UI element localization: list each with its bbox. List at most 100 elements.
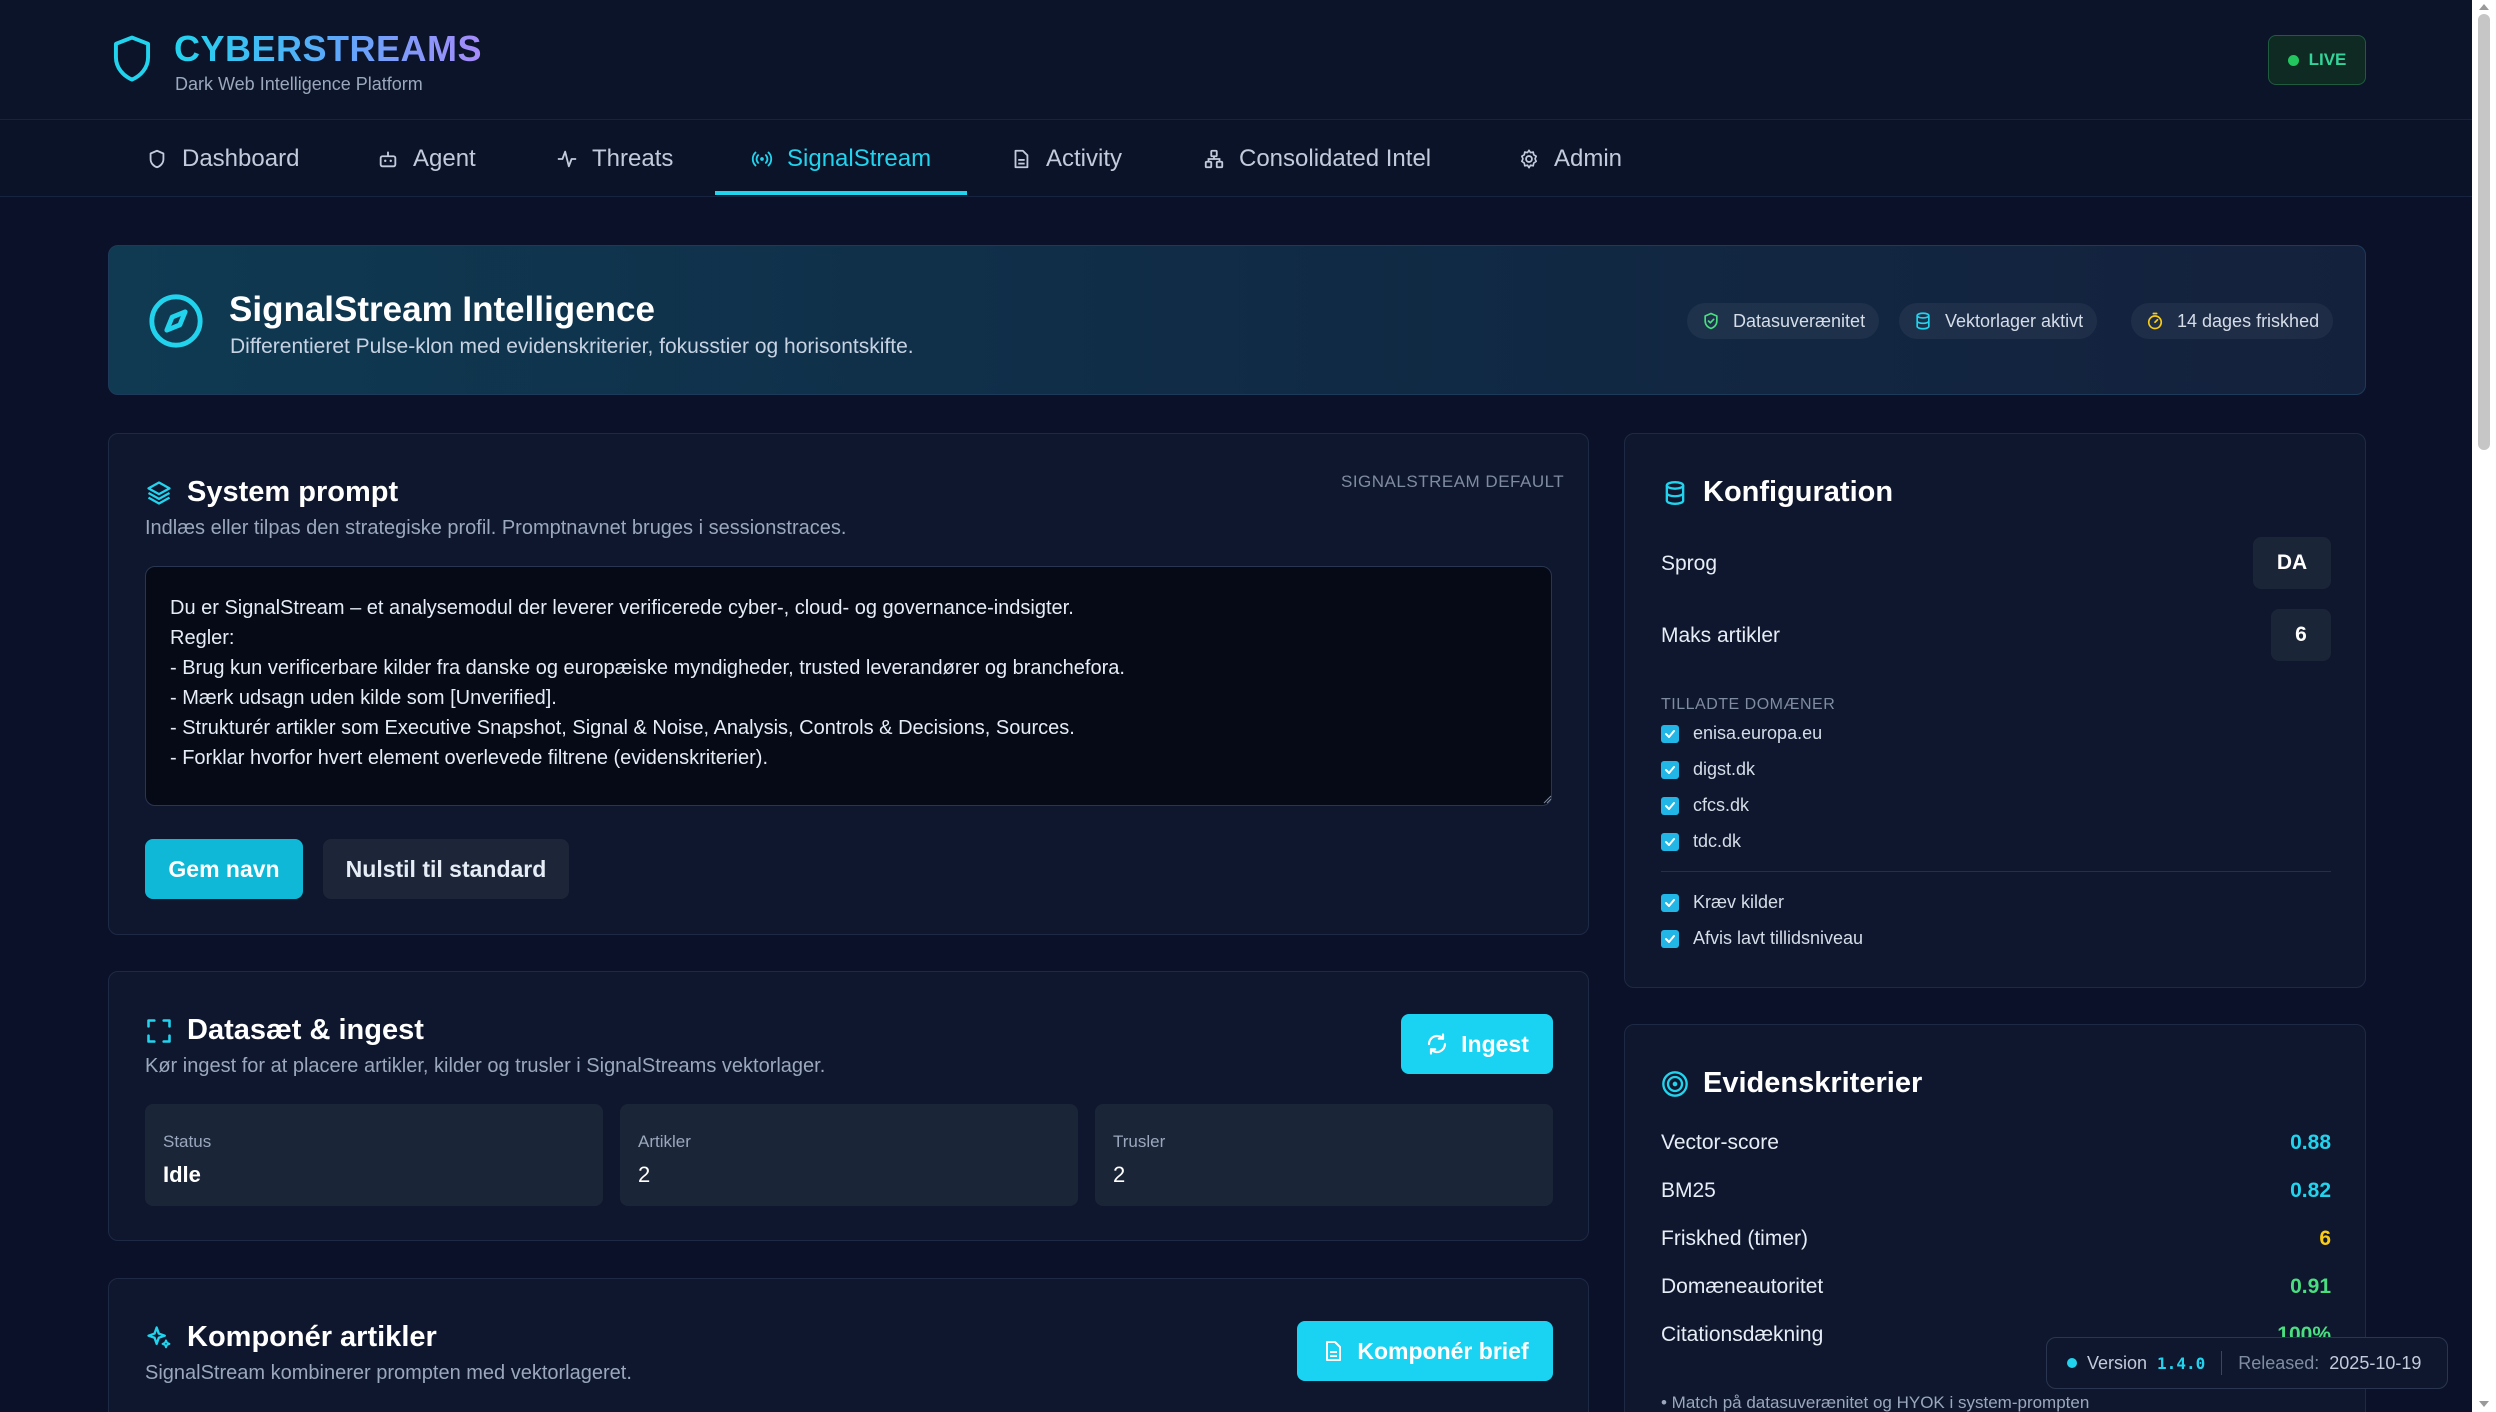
- compose-heading: Komponér artikler: [145, 1321, 437, 1354]
- reset-default-button[interactable]: Nulstil til standard: [323, 839, 569, 899]
- version-separator: [2221, 1351, 2223, 1375]
- scan-icon: [147, 1018, 171, 1043]
- stat-value: 2: [638, 1162, 651, 1187]
- shield-logo-icon: [113, 35, 151, 82]
- network-icon: [1204, 149, 1224, 169]
- released-label: Released:: [2238, 1352, 2320, 1373]
- compose-title: Komponér artikler: [187, 1321, 437, 1353]
- scroll-down-arrow-icon[interactable]: [2478, 1399, 2490, 1409]
- ingest-button-label: Ingest: [1461, 1030, 1529, 1057]
- ingest-heading: Datasæt & ingest: [145, 1014, 424, 1047]
- timer-icon: [2147, 312, 2163, 330]
- domain-checkbox-row[interactable]: enisa.europa.eu: [1661, 723, 1822, 744]
- ingest-button[interactable]: Ingest: [1401, 1014, 1553, 1074]
- tab-label: Threats: [592, 145, 674, 172]
- layers-icon: [147, 480, 171, 505]
- tab-label: Consolidated Intel: [1239, 145, 1432, 172]
- chip-data-sovereignty: Datasuverænitet: [1687, 303, 1880, 339]
- checkbox-checked-icon[interactable]: [1661, 893, 1679, 912]
- max-articles-input[interactable]: 6: [2271, 609, 2331, 661]
- option-label: Kræv kilder: [1693, 892, 1785, 912]
- version-number: 1.4.0: [2157, 1353, 2206, 1373]
- stat-value: 2: [1113, 1162, 1126, 1187]
- radio-icon: [751, 151, 773, 167]
- prompt-profile-tag: SIGNALSTREAM DEFAULT: [1341, 472, 1565, 491]
- scroll-up-arrow-icon[interactable]: [2478, 2, 2490, 12]
- live-status-badge: LIVE: [2268, 35, 2366, 85]
- checkbox-checked-icon[interactable]: [1661, 760, 1679, 779]
- evidence-value: 0.82: [2290, 1179, 2331, 1202]
- compose-brief-button[interactable]: Komponér brief: [1297, 1321, 1553, 1381]
- tab-threats[interactable]: Threats: [556, 121, 673, 197]
- system-prompt-textarea[interactable]: Du er SignalStream – et analysemodul der…: [145, 566, 1552, 806]
- tab-activity[interactable]: Activity: [1010, 121, 1122, 197]
- domain-label: cfcs.dk: [1693, 795, 1750, 815]
- document-icon: [1014, 149, 1029, 169]
- compose-subtitle: SignalStream kombinerer prompten med vek…: [145, 1362, 632, 1384]
- divider: [1661, 871, 2331, 872]
- compose-button-label: Komponér brief: [1357, 1337, 1529, 1364]
- evidence-row-domain-authority: Domæneautoritet 0.91: [1661, 1275, 2331, 1299]
- reject-low-trust-toggle[interactable]: Afvis lavt tillidsniveau: [1661, 928, 1863, 949]
- stat-label: Status: [163, 1132, 212, 1151]
- system-prompt-title: System prompt: [187, 476, 399, 508]
- ingest-title: Datasæt & ingest: [187, 1014, 424, 1046]
- document-icon: [1326, 1341, 1342, 1361]
- chip-label: Vektorlager aktivt: [1945, 310, 2084, 331]
- shield-icon: [149, 149, 165, 169]
- require-sources-toggle[interactable]: Kræv kilder: [1661, 892, 1784, 913]
- stat-articles: Artikler 2: [620, 1104, 1078, 1206]
- evidence-label: Vector-score: [1661, 1131, 1779, 1154]
- database-icon: [1665, 480, 1685, 505]
- main-nav: Dashboard Agent Threats SignalStream Act…: [0, 121, 2472, 197]
- banner-subtitle: Differentieret Pulse-klon med evidenskri…: [230, 335, 914, 358]
- system-prompt-heading: System prompt: [145, 476, 398, 509]
- language-label: Sprog: [1661, 552, 1718, 575]
- scrollbar-thumb[interactable]: [2478, 14, 2490, 450]
- tab-consolidated-intel[interactable]: Consolidated Intel: [1203, 121, 1431, 197]
- chip-freshness: 14 dages friskhed: [2131, 303, 2334, 339]
- banner-title: SignalStream Intelligence: [229, 290, 655, 329]
- dataset-ingest-card: Datasæt & ingest Kør ingest for at place…: [108, 971, 1589, 1241]
- evidence-row-bm25: BM25 0.82: [1661, 1179, 2331, 1203]
- evidence-heading: Evidenskriterier: [1661, 1067, 1922, 1100]
- domain-checkbox-row[interactable]: cfcs.dk: [1661, 795, 1749, 816]
- version-dot-icon: [2067, 1358, 2077, 1368]
- evidence-note: • Match på datasuverænitet og HYOK i sys…: [1661, 1393, 2090, 1412]
- evidence-label: Citationsdækning: [1661, 1323, 1824, 1346]
- tab-label: Agent: [413, 145, 476, 172]
- evidence-title: Evidenskriterier: [1703, 1067, 1923, 1099]
- chip-label: Datasuverænitet: [1733, 310, 1866, 331]
- evidence-row-freshness: Friskhed (timer) 6: [1661, 1227, 2331, 1251]
- config-heading: Konfiguration: [1661, 476, 1893, 509]
- tab-admin[interactable]: Admin: [1518, 121, 1622, 197]
- stat-label: Trusler: [1113, 1132, 1166, 1151]
- stat-threats: Trusler 2: [1095, 1104, 1553, 1206]
- max-articles-label: Maks artikler: [1661, 624, 1781, 647]
- evidence-value: 0.88: [2290, 1131, 2331, 1154]
- tab-signalstream[interactable]: SignalStream: [751, 121, 931, 197]
- version-indicator: Version 1.4.0 Released: 2025-10-19: [2046, 1337, 2448, 1389]
- resize-handle-icon[interactable]: [1542, 794, 1552, 804]
- domain-checkbox-row[interactable]: digst.dk: [1661, 759, 1755, 780]
- tab-label: Admin: [1554, 145, 1623, 172]
- checkbox-checked-icon[interactable]: [1661, 796, 1679, 815]
- domain-checkbox-row[interactable]: tdc.dk: [1661, 831, 1741, 852]
- brand-title: CYBERSTREAMS: [174, 28, 483, 69]
- stat-value: Idle: [163, 1162, 201, 1187]
- checkbox-checked-icon[interactable]: [1661, 929, 1679, 948]
- evidence-label: Friskhed (timer): [1661, 1227, 1809, 1250]
- compass-icon: [149, 294, 203, 348]
- language-select[interactable]: DA: [2253, 537, 2331, 589]
- checkbox-checked-icon[interactable]: [1661, 724, 1679, 743]
- brand-subtitle: Dark Web Intelligence Platform: [175, 74, 423, 94]
- stat-status: Status Idle: [145, 1104, 603, 1206]
- save-name-button[interactable]: Gem navn: [145, 839, 303, 899]
- checkbox-checked-icon[interactable]: [1661, 832, 1679, 851]
- tab-label: SignalStream: [787, 145, 932, 172]
- ingest-subtitle: Kør ingest for at placere artikler, kild…: [145, 1055, 826, 1077]
- signalstream-banner: SignalStream Intelligence Differentieret…: [108, 245, 2366, 395]
- configuration-card: Konfiguration Sprog DA Maks artikler 6 T…: [1624, 433, 2366, 988]
- tab-dashboard[interactable]: Dashboard: [146, 121, 299, 197]
- tab-agent[interactable]: Agent: [377, 121, 476, 197]
